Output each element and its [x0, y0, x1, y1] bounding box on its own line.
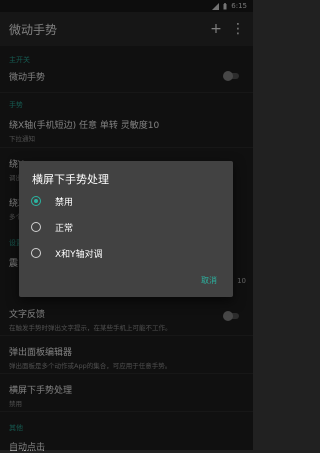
- radio-button-checked[interactable]: [31, 196, 41, 206]
- landscape-gesture-dialog: 横屏下手势处理 禁用 正常 X和Y轴对调 取消: [19, 161, 233, 297]
- option-label: 正常: [55, 223, 74, 234]
- option-label: 禁用: [55, 197, 74, 208]
- option-swap-xy[interactable]: X和Y轴对调: [31, 243, 221, 263]
- radio-button[interactable]: [31, 222, 41, 232]
- dialog-title: 横屏下手势处理: [32, 173, 109, 186]
- option-normal[interactable]: 正常: [31, 217, 221, 237]
- option-label: X和Y轴对调: [55, 249, 103, 260]
- option-disabled[interactable]: 禁用: [31, 191, 221, 211]
- radio-button[interactable]: [31, 248, 41, 258]
- cancel-button[interactable]: 取消: [199, 272, 219, 289]
